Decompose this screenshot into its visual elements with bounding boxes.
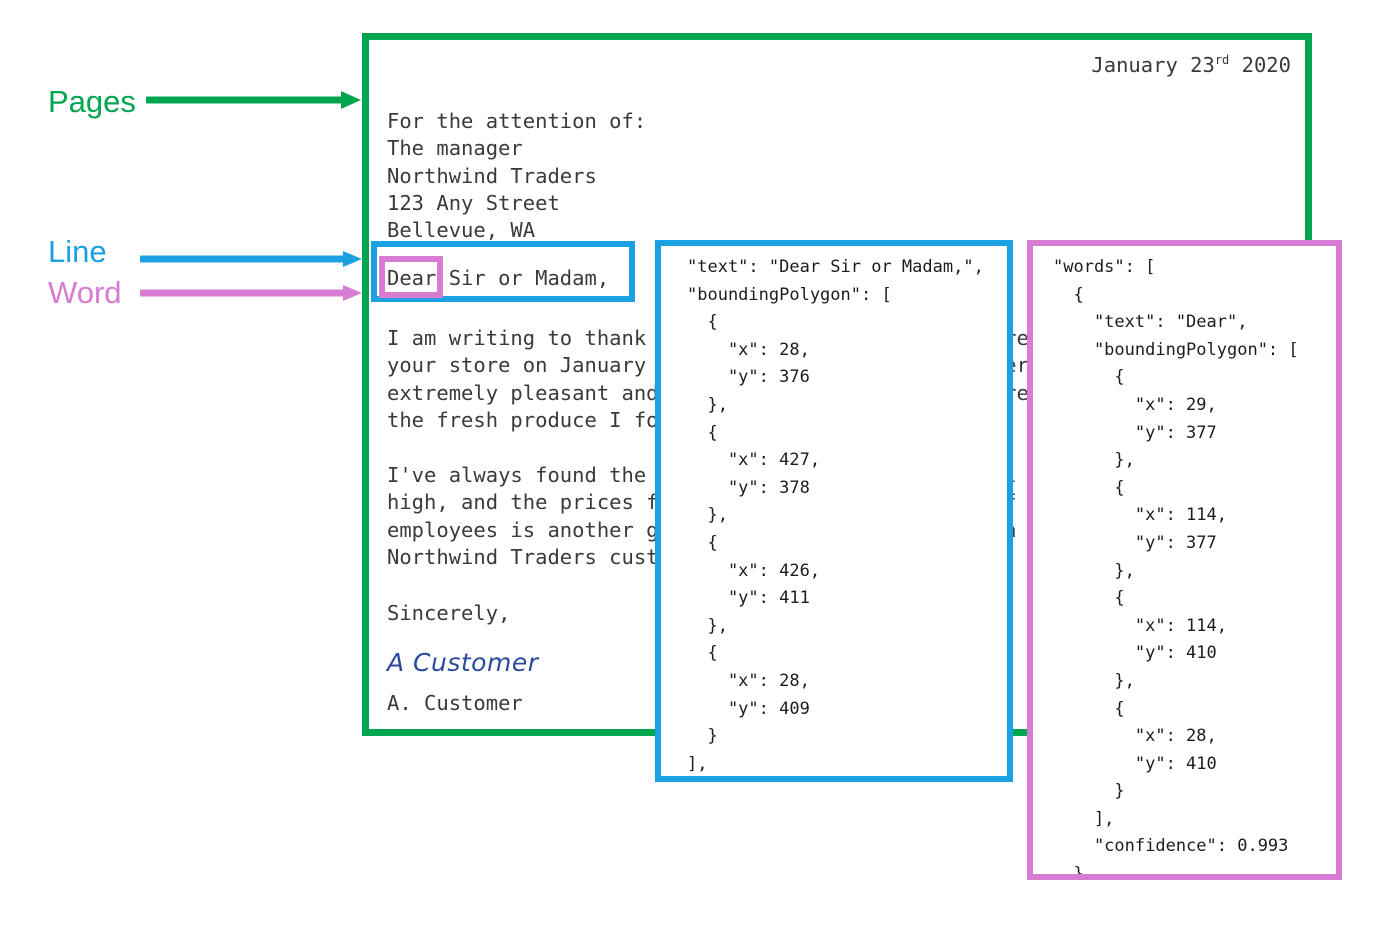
arrow-head	[343, 285, 362, 301]
line-json-panel: "text": "Dear Sir or Madam,", "boundingP…	[655, 240, 1013, 782]
letter-salutation-word: Dear	[387, 266, 437, 290]
arrow-shaft	[140, 289, 344, 297]
arrow-head	[341, 91, 361, 109]
arrow-head	[343, 251, 362, 267]
word-json-code: "words": [ { "text": "Dear", "boundingPo…	[1053, 257, 1299, 880]
letter-date-monthday: January 23	[1091, 53, 1215, 77]
legend-label-line: Line	[48, 234, 107, 269]
letter-salutation: Dear Sir or Madam,	[387, 265, 609, 292]
arrow-right-icon-pages	[146, 91, 361, 109]
letter-date: January 23rd 2020	[1091, 52, 1291, 79]
legend-label-word: Word	[48, 275, 122, 310]
letter-handwritten-signature: A Customer	[387, 648, 539, 677]
arrow-shaft	[146, 96, 342, 104]
line-json-code: "text": "Dear Sir or Madam,", "boundingP…	[687, 257, 984, 774]
arrow-right-icon-line	[140, 251, 362, 267]
letter-sign-off: Sincerely,	[387, 601, 511, 625]
arrow-right-icon-word	[140, 285, 362, 301]
word-json-panel: "words": [ { "text": "Dear", "boundingPo…	[1027, 240, 1342, 880]
letter-date-year: 2020	[1229, 53, 1291, 77]
letter-salutation-rest: Sir or Madam,	[436, 266, 610, 290]
letter-date-ordinal: rd	[1214, 53, 1230, 68]
diagram-canvas: Pages Line Word January 23rd 2020 For th…	[0, 0, 1378, 929]
letter-address-block: For the attention of: The manager Northw…	[387, 109, 647, 243]
arrow-shaft	[140, 255, 344, 263]
letter-printed-name: A. Customer	[387, 691, 523, 715]
legend-label-pages: Pages	[48, 84, 136, 119]
